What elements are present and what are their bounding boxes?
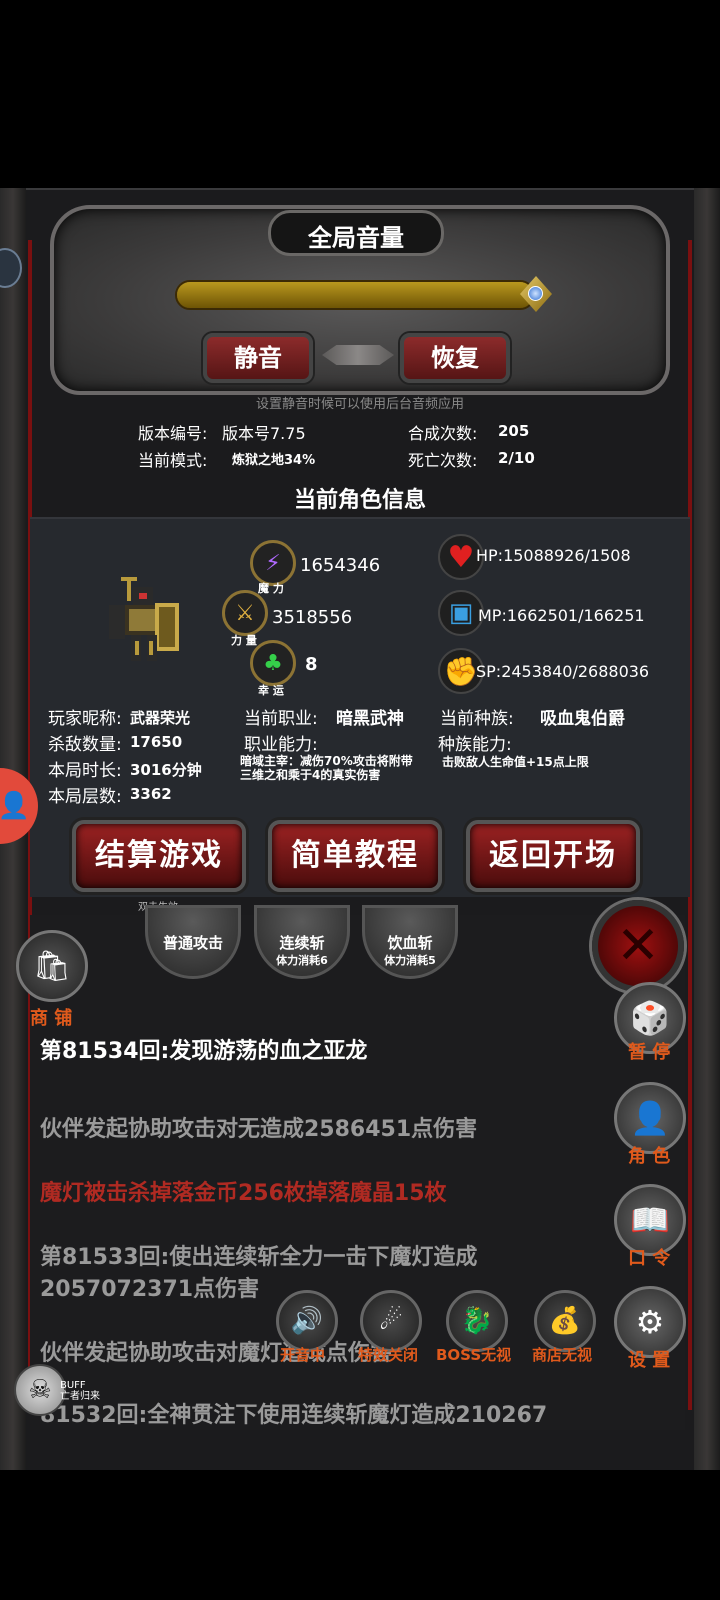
hero-sprite-icon bbox=[109, 577, 179, 661]
dice-icon: 🎲 bbox=[630, 999, 670, 1037]
volume-title: 全局音量 bbox=[308, 224, 404, 252]
skill-blood-slash-cost: 体力消耗5 bbox=[384, 954, 436, 967]
effects-toggle-button[interactable]: ☄ bbox=[360, 1290, 422, 1352]
character-section-title: 当前角色信息 bbox=[293, 488, 426, 513]
restore-button[interactable]: 恢复 bbox=[400, 333, 510, 383]
money-bag-icon: 💰 bbox=[548, 1306, 582, 1336]
volume-slider-fill bbox=[177, 282, 533, 308]
dragon-icon: 🐉 bbox=[460, 1306, 494, 1336]
buff-skull-icon[interactable]: ☠ bbox=[14, 1364, 66, 1416]
log-line-2-text: 伙伴发起协助攻击对无造成2586451点伤害 bbox=[40, 1117, 478, 1142]
buff-title: BUFF bbox=[60, 1380, 86, 1391]
race-label: 当前种族: bbox=[440, 709, 514, 729]
strength-value: 3518556 bbox=[272, 607, 353, 628]
luck-label: 幸 运 bbox=[258, 684, 284, 697]
close-icon: ✕ bbox=[616, 916, 660, 976]
pause-label: 暂 停 bbox=[628, 1042, 671, 1063]
death-value: 2/10 bbox=[498, 449, 535, 467]
floor-label: 本局层数: bbox=[48, 787, 122, 807]
job-label: 当前职业: bbox=[244, 709, 318, 729]
luck-clover-icon: ♣ bbox=[250, 640, 296, 686]
kills-label: 杀敌数量: bbox=[48, 735, 122, 755]
luck-value: 8 bbox=[305, 654, 318, 675]
back-to-start-button[interactable]: 返回开场 bbox=[466, 820, 640, 892]
boss-ignore-label: BOSS无视 bbox=[436, 1346, 512, 1364]
sp-value: SP:2453840/2688036 bbox=[476, 662, 650, 681]
volume-hint: 设置静音时候可以使用后台音频应用 bbox=[255, 397, 464, 412]
race-ability-label: 种族能力: bbox=[438, 735, 512, 755]
job-ability-desc-1: 暗域主宰：减伤70%攻击将附带 bbox=[240, 754, 413, 768]
duration-value: 3016分钟 bbox=[130, 761, 202, 779]
buff-sub: 亡者归来 bbox=[60, 1391, 100, 1402]
flame-icon: ☄ bbox=[379, 1306, 403, 1336]
log-line-1: 第81534回:发现游荡的血之亚龙 bbox=[40, 1036, 610, 1068]
user-icon: 👤 bbox=[0, 791, 31, 821]
mode-label: 当前模式: bbox=[138, 451, 208, 470]
nickname-label: 玩家昵称: bbox=[48, 709, 122, 729]
synth-label: 合成次数: bbox=[408, 424, 478, 443]
job-ability-desc-2: 三维之和乘于4的真实伤害 bbox=[240, 768, 381, 782]
frame-right-border bbox=[694, 188, 720, 1470]
log-line-3: 魔灯被击杀掉落金币256枚掉落魔晶15枚 bbox=[40, 1178, 610, 1210]
tutorial-button[interactable]: 简单教程 bbox=[268, 820, 442, 892]
hooded-figure-icon: 👤 bbox=[630, 1099, 670, 1137]
skill-blood-slash-label: 饮血斩 bbox=[387, 934, 433, 952]
log-line-3-text: 魔灯被击杀掉落金币256枚掉落魔晶15枚 bbox=[40, 1181, 447, 1206]
mp-value: MP:1662501/166251 bbox=[478, 606, 645, 625]
volume-knob-gem-icon bbox=[528, 286, 543, 301]
hp-value: HP:15088926/1508 bbox=[476, 546, 631, 565]
job-ability-label: 职业能力: bbox=[244, 735, 318, 755]
log-line-2: 伙伴发起协助攻击对无造成2586451点伤害 bbox=[40, 1114, 610, 1146]
log-line-5-text: 伙伴发起协助攻击对魔灯造成点伤害 bbox=[40, 1341, 393, 1366]
race-ability-desc: 击败敌人生命值+15点上限 bbox=[442, 755, 589, 769]
ornament-divider-icon bbox=[322, 345, 394, 365]
mode-value: 炼狱之地34% bbox=[232, 453, 316, 468]
version-value: 版本号7.75 bbox=[222, 424, 306, 443]
shop-ignore-button[interactable]: 💰 bbox=[534, 1290, 596, 1352]
kills-value: 17650 bbox=[130, 733, 183, 751]
version-label: 版本编号: bbox=[138, 424, 208, 443]
skill-combo-slash-cost: 体力消耗6 bbox=[276, 954, 328, 967]
speaker-icon: 🔊 bbox=[290, 1306, 324, 1336]
effects-toggle-label: 特效关闭 bbox=[358, 1346, 419, 1364]
buff-label: BUFF 亡者归来 bbox=[60, 1380, 100, 1402]
boss-ignore-button[interactable]: 🐉 bbox=[446, 1290, 508, 1352]
settle-game-button[interactable]: 结算游戏 bbox=[72, 820, 246, 892]
strength-sword-icon: ⚔ bbox=[222, 590, 268, 636]
skill-combo-slash-label: 连续斩 bbox=[279, 934, 325, 952]
synth-value: 205 bbox=[498, 422, 530, 440]
sound-toggle-button[interactable]: 🔊 bbox=[276, 1290, 338, 1352]
nickname-value: 武器荣光 bbox=[130, 709, 191, 727]
job-value: 暗黑武神 bbox=[336, 709, 404, 729]
strength-label: 力 量 bbox=[231, 634, 257, 647]
sound-toggle-label: 开音中 bbox=[280, 1346, 326, 1364]
magic-value: 1654346 bbox=[300, 555, 381, 576]
race-value: 吸血鬼伯爵 bbox=[540, 709, 625, 729]
code-label: 口 令 bbox=[628, 1248, 671, 1269]
duration-label: 本局时长: bbox=[48, 761, 122, 781]
log-line-4-text: 第81533回:使出连续斩全力一击下魔灯造成2057072371点伤害 bbox=[40, 1245, 478, 1302]
mute-button[interactable]: 静音 bbox=[203, 333, 313, 383]
volume-slider[interactable] bbox=[175, 280, 535, 310]
skill-normal-attack-label: 普通攻击 bbox=[162, 934, 223, 952]
gear-icon: ⚙ bbox=[635, 1303, 665, 1341]
magic-label: 魔 力 bbox=[258, 582, 284, 595]
death-label: 死亡次数: bbox=[408, 451, 478, 470]
role-label: 角 色 bbox=[628, 1146, 671, 1167]
settings-label: 设 置 bbox=[628, 1350, 671, 1371]
close-button[interactable]: ✕ bbox=[592, 900, 684, 992]
log-line-6: 81532回:全神贯注下使用连续斩魔灯造成210267 bbox=[40, 1400, 610, 1430]
book-icon: 📖 bbox=[630, 1201, 670, 1239]
shop-ignore-label: 商店无视 bbox=[532, 1346, 593, 1364]
floor-value: 3362 bbox=[130, 785, 172, 803]
shop-label: 商 铺 bbox=[30, 1008, 73, 1029]
shop-button[interactable]: 🛍 bbox=[16, 930, 88, 1002]
log-line-6-text: 81532回:全神贯注下使用连续斩魔灯造成210267 bbox=[40, 1403, 548, 1428]
shop-bag-icon: 🛍 bbox=[32, 948, 72, 984]
log-line-1-text: 第81534回:发现游荡的血之亚龙 bbox=[40, 1039, 368, 1064]
